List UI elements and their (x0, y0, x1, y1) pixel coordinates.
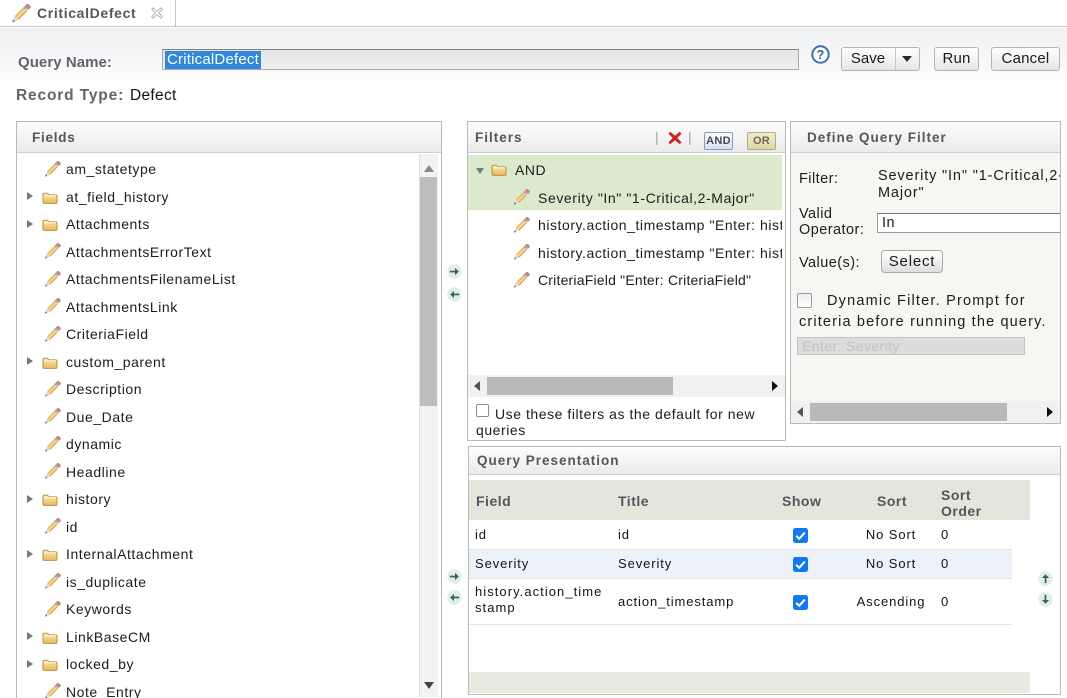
svg-text:?: ? (817, 48, 825, 62)
